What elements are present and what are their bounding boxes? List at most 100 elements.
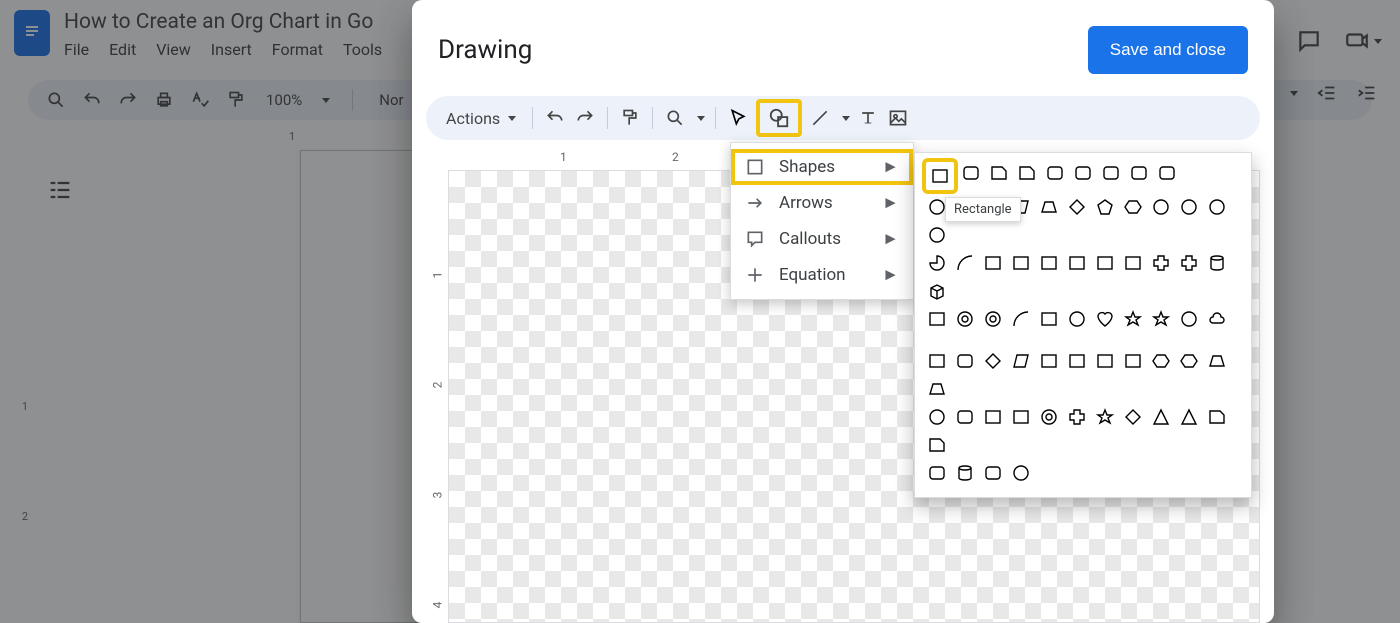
shape-icon [767, 106, 791, 130]
actions-menu[interactable]: Actions [440, 105, 522, 132]
shape-option-pie[interactable] [925, 251, 949, 275]
text-box-icon[interactable] [856, 106, 880, 130]
shape-option-roundrect[interactable] [953, 349, 977, 373]
shape-option-snip[interactable] [1015, 161, 1039, 185]
ruler-tick: 1 [560, 150, 567, 164]
undo-icon[interactable] [543, 106, 567, 130]
shape-option-triangle[interactable] [1149, 405, 1173, 429]
chevron-down-icon[interactable] [697, 116, 705, 121]
drawing-vertical-ruler: 1 2 3 4 [426, 148, 448, 623]
shape-option-hex[interactable] [1149, 349, 1173, 373]
shape-option-trapez[interactable] [1205, 349, 1229, 373]
shape-option-cloud[interactable] [1205, 307, 1229, 331]
shape-option-cross[interactable] [1149, 251, 1173, 275]
chevron-down-icon [508, 116, 516, 121]
shape-option-rect[interactable] [1093, 251, 1117, 275]
menu-item-callouts[interactable]: Callouts ► [731, 221, 913, 257]
zoom-icon[interactable] [663, 106, 687, 130]
paint-format-icon[interactable] [618, 106, 642, 130]
chevron-right-icon: ► [882, 157, 899, 177]
shape-option-cyl[interactable] [1205, 251, 1229, 275]
shape-option-diamond[interactable] [1065, 195, 1089, 219]
shape-option-cyl[interactable] [953, 461, 977, 485]
shape-option-hex[interactable] [1121, 195, 1145, 219]
shape-option-diamond[interactable] [1121, 405, 1145, 429]
shape-option-roundrect[interactable] [1155, 161, 1179, 185]
shape-option-rect[interactable] [1037, 307, 1061, 331]
shape-option-circle[interactable] [1177, 307, 1201, 331]
shape-option-diamond[interactable] [981, 349, 1005, 373]
chevron-right-icon: ► [882, 229, 899, 249]
image-icon[interactable] [886, 106, 910, 130]
shape-option-snip[interactable] [1205, 405, 1229, 429]
chevron-right-icon: ► [882, 193, 899, 213]
menu-item-label: Equation [779, 265, 846, 285]
shape-option-rect[interactable] [1065, 251, 1089, 275]
ruler-tick: 3 [430, 492, 444, 499]
shape-option-heart[interactable] [1093, 307, 1117, 331]
line-tool-icon[interactable] [808, 106, 832, 130]
shape-option-roundrect[interactable] [1099, 161, 1123, 185]
shape-option-circle[interactable] [925, 223, 949, 247]
shape-tool-button[interactable] [756, 99, 802, 137]
shape-option-rect[interactable] [981, 405, 1005, 429]
shape-option-roundrect[interactable] [1071, 161, 1095, 185]
shape-option-rect[interactable] [1037, 349, 1061, 373]
shape-option-rect[interactable] [925, 161, 955, 191]
shape-option-circle[interactable] [925, 405, 949, 429]
shape-option-arc[interactable] [953, 251, 977, 275]
drawing-toolbar: Actions [426, 96, 1260, 140]
shape-option-rect[interactable] [1065, 349, 1089, 373]
shape-option-roundrect[interactable] [953, 405, 977, 429]
ruler-tick: 2 [430, 382, 444, 389]
shape-option-hex[interactable] [1177, 349, 1201, 373]
chevron-down-icon[interactable] [842, 116, 850, 121]
shape-option-trapez[interactable] [1037, 195, 1061, 219]
shape-option-roundrect[interactable] [981, 461, 1005, 485]
menu-item-arrows[interactable]: Arrows ► [731, 185, 913, 221]
shape-option-donut[interactable] [1037, 405, 1061, 429]
shape-option-rect[interactable] [1093, 349, 1117, 373]
shape-option-circle[interactable] [1149, 195, 1173, 219]
shape-option-rect[interactable] [925, 349, 949, 373]
shape-option-star[interactable] [1093, 405, 1117, 429]
shape-option-rect[interactable] [1037, 251, 1061, 275]
shape-option-circle[interactable] [1009, 461, 1033, 485]
shape-option-star[interactable] [1121, 307, 1145, 331]
shape-option-cross[interactable] [1177, 251, 1201, 275]
shape-option-circle[interactable] [1065, 307, 1089, 331]
square-icon [745, 157, 765, 177]
shape-option-parallel[interactable] [1009, 349, 1033, 373]
shape-option-cross[interactable] [1065, 405, 1089, 429]
shape-option-rect[interactable] [925, 307, 949, 331]
dialog-title: Drawing [438, 35, 532, 65]
chevron-right-icon: ► [882, 265, 899, 285]
save-and-close-button[interactable]: Save and close [1088, 26, 1248, 74]
shape-option-arc[interactable] [1009, 307, 1033, 331]
tooltip: Rectangle [945, 197, 1021, 222]
shape-option-roundrect[interactable] [959, 161, 983, 185]
shape-option-circle[interactable] [1205, 195, 1229, 219]
shape-option-donut[interactable] [953, 307, 977, 331]
shape-option-rect[interactable] [1121, 349, 1145, 373]
shape-option-rect[interactable] [1121, 251, 1145, 275]
shape-option-cube[interactable] [925, 279, 949, 303]
shape-option-donut[interactable] [981, 307, 1005, 331]
shape-option-roundrect[interactable] [925, 461, 949, 485]
select-tool-icon[interactable] [726, 106, 750, 130]
shape-option-roundrect[interactable] [1043, 161, 1067, 185]
shape-option-snip[interactable] [925, 433, 949, 457]
shape-option-trapez[interactable] [925, 377, 949, 401]
shape-option-circle[interactable] [1177, 195, 1201, 219]
shape-option-triangle[interactable] [1177, 405, 1201, 429]
shape-option-rect[interactable] [981, 251, 1005, 275]
shape-option-pent[interactable] [1093, 195, 1117, 219]
menu-item-shapes[interactable]: Shapes ► [731, 149, 913, 185]
menu-item-equation[interactable]: Equation ► [731, 257, 913, 293]
shape-option-rect[interactable] [1009, 251, 1033, 275]
redo-icon[interactable] [573, 106, 597, 130]
shape-option-roundrect[interactable] [1127, 161, 1151, 185]
shape-option-snip[interactable] [987, 161, 1011, 185]
shape-option-rect[interactable] [1009, 405, 1033, 429]
shape-option-star[interactable] [1149, 307, 1173, 331]
